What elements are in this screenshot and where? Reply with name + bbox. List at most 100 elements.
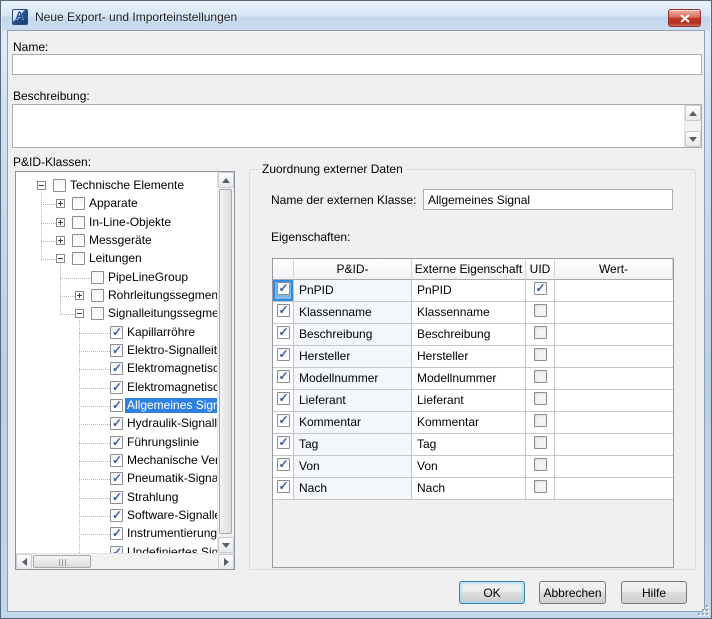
pid-property-cell[interactable]: Hersteller (294, 346, 412, 368)
help-button[interactable]: Hilfe (621, 581, 687, 604)
checked-checkbox[interactable] (276, 479, 290, 493)
tree-scroll-right-button[interactable] (218, 554, 234, 569)
uid-cell[interactable] (526, 324, 555, 346)
checked-checkbox[interactable] (276, 457, 290, 471)
unchecked-checkbox[interactable] (533, 348, 547, 361)
tree-item[interactable]: Strahlung (16, 489, 217, 507)
checked-checkbox[interactable] (110, 398, 123, 412)
external-property-cell[interactable]: Kommentar (412, 412, 526, 434)
tree-item-label[interactable]: Messgeräte (87, 233, 154, 248)
pid-property-cell[interactable]: Kommentar (294, 412, 412, 434)
tree-item-label[interactable]: Apparate (87, 196, 140, 211)
tree-item[interactable]: Hydraulik-Signalleitung (16, 415, 217, 433)
unchecked-checkbox[interactable] (72, 215, 85, 229)
row-select-cell[interactable] (273, 412, 294, 434)
row-select-cell[interactable] (273, 324, 294, 346)
tree-item-label[interactable]: Mechanische Verbindu (125, 453, 217, 468)
checked-checkbox[interactable] (276, 347, 290, 361)
tree-vertical-scrollbar[interactable] (217, 172, 234, 553)
tree-item[interactable]: Elektromagnetisches S (16, 360, 217, 378)
checked-checkbox[interactable] (110, 471, 123, 486)
tree-item[interactable]: Elektro-Signalleitung (16, 342, 217, 360)
checked-checkbox[interactable] (276, 413, 290, 427)
unchecked-checkbox[interactable] (533, 458, 547, 471)
table-row[interactable]: ModellnummerModellnummer (273, 368, 673, 390)
unchecked-checkbox[interactable] (72, 233, 85, 247)
uid-cell[interactable] (526, 280, 555, 302)
checked-checkbox[interactable] (110, 453, 123, 467)
checked-checkbox[interactable] (110, 435, 123, 449)
description-scrollbar[interactable] (684, 105, 701, 147)
column-header-wert-[interactable]: Wert- (555, 259, 673, 280)
table-row[interactable]: BeschreibungBeschreibung (273, 324, 673, 346)
unchecked-checkbox[interactable] (72, 252, 85, 266)
tree-item-label[interactable]: Software-Signalleitung (125, 508, 217, 523)
pid-class-tree[interactable]: Technische Elemente Apparate In-Line-Objek… (15, 171, 235, 570)
column-header-select[interactable] (273, 259, 294, 280)
checked-checkbox[interactable] (110, 545, 123, 553)
tree-item[interactable]: Elektromagnetisches S (16, 379, 217, 397)
collapse-icon[interactable] (37, 181, 46, 190)
external-property-cell[interactable]: Modellnummer (412, 368, 526, 390)
checked-checkbox[interactable] (276, 369, 290, 383)
tree-horizontal-scrollbar[interactable] (16, 553, 234, 569)
wert-cell[interactable] (555, 368, 673, 390)
tree-item-label[interactable]: Pneumatik-Signalleitun (125, 471, 217, 486)
tree-item[interactable]: In-Line-Objekte (16, 214, 217, 232)
ok-button[interactable]: OK (459, 581, 525, 604)
tree-scroll-up-button[interactable] (218, 172, 234, 188)
expand-icon[interactable] (56, 199, 65, 209)
checked-checkbox[interactable] (110, 325, 123, 339)
table-row[interactable]: KommentarKommentar (273, 412, 673, 434)
unchecked-checkbox[interactable] (533, 370, 547, 383)
uid-cell[interactable] (526, 434, 555, 456)
tree-item-label[interactable]: Technische Elemente (68, 178, 186, 193)
row-select-cell[interactable] (273, 368, 294, 390)
unchecked-checkbox[interactable] (91, 288, 104, 302)
unchecked-checkbox[interactable] (533, 436, 547, 449)
tree-item[interactable]: Kapillarröhre (16, 324, 217, 342)
row-select-cell[interactable] (273, 478, 294, 500)
external-property-cell[interactable]: Tag (412, 434, 526, 456)
tree-item-label[interactable]: In-Line-Objekte (87, 215, 173, 230)
checked-checkbox[interactable] (276, 391, 290, 405)
tree-item-label[interactable]: Allgemeines Signal (125, 397, 217, 413)
external-property-cell[interactable]: Klassenname (412, 302, 526, 324)
table-row[interactable]: KlassennameKlassenname (273, 302, 673, 324)
name-input[interactable] (12, 54, 702, 75)
tree-item-label[interactable]: Hydraulik-Signalleitung (125, 416, 217, 431)
unchecked-checkbox[interactable] (72, 197, 85, 211)
pid-property-cell[interactable]: Nach (294, 478, 412, 500)
wert-cell[interactable] (555, 390, 673, 412)
external-property-cell[interactable]: Von (412, 456, 526, 478)
checked-checkbox[interactable] (276, 303, 290, 317)
wert-cell[interactable] (555, 346, 673, 368)
tree-item[interactable]: Führungslinie (16, 434, 217, 452)
unchecked-checkbox[interactable] (533, 414, 547, 427)
table-row[interactable]: NachNach (273, 478, 673, 500)
checked-checkbox[interactable] (533, 281, 547, 295)
wert-cell[interactable] (555, 280, 673, 302)
tree-item-label[interactable]: Rohrleitungssegmente (106, 288, 217, 303)
uid-cell[interactable] (526, 346, 555, 368)
unchecked-checkbox[interactable] (53, 179, 66, 192)
checked-checkbox[interactable] (276, 325, 290, 339)
table-row[interactable]: HerstellerHersteller (273, 346, 673, 368)
tree-item[interactable]: Rohrleitungssegmente (16, 287, 217, 305)
external-class-input[interactable] (423, 189, 673, 210)
checked-checkbox[interactable] (110, 526, 123, 541)
title-bar[interactable]: Neue Export- und Importeinstellungen (2, 2, 710, 31)
checked-checkbox[interactable] (110, 490, 123, 504)
tree-item-label[interactable]: PipeLineGroup (106, 270, 190, 285)
wert-cell[interactable] (555, 324, 673, 346)
row-select-cell[interactable] (273, 302, 294, 324)
unchecked-checkbox[interactable] (91, 307, 104, 321)
unchecked-checkbox[interactable] (533, 326, 547, 339)
row-select-cell[interactable] (273, 280, 294, 302)
tree-item[interactable]: Mechanische Verbindu (16, 452, 217, 470)
tree-item[interactable]: Allgemeines Signal (16, 397, 217, 415)
tree-item[interactable]: Technische Elemente (16, 177, 217, 195)
pid-property-cell[interactable]: Beschreibung (294, 324, 412, 346)
tree-item-label[interactable]: Leitungen (87, 251, 144, 266)
pid-property-cell[interactable]: Tag (294, 434, 412, 456)
